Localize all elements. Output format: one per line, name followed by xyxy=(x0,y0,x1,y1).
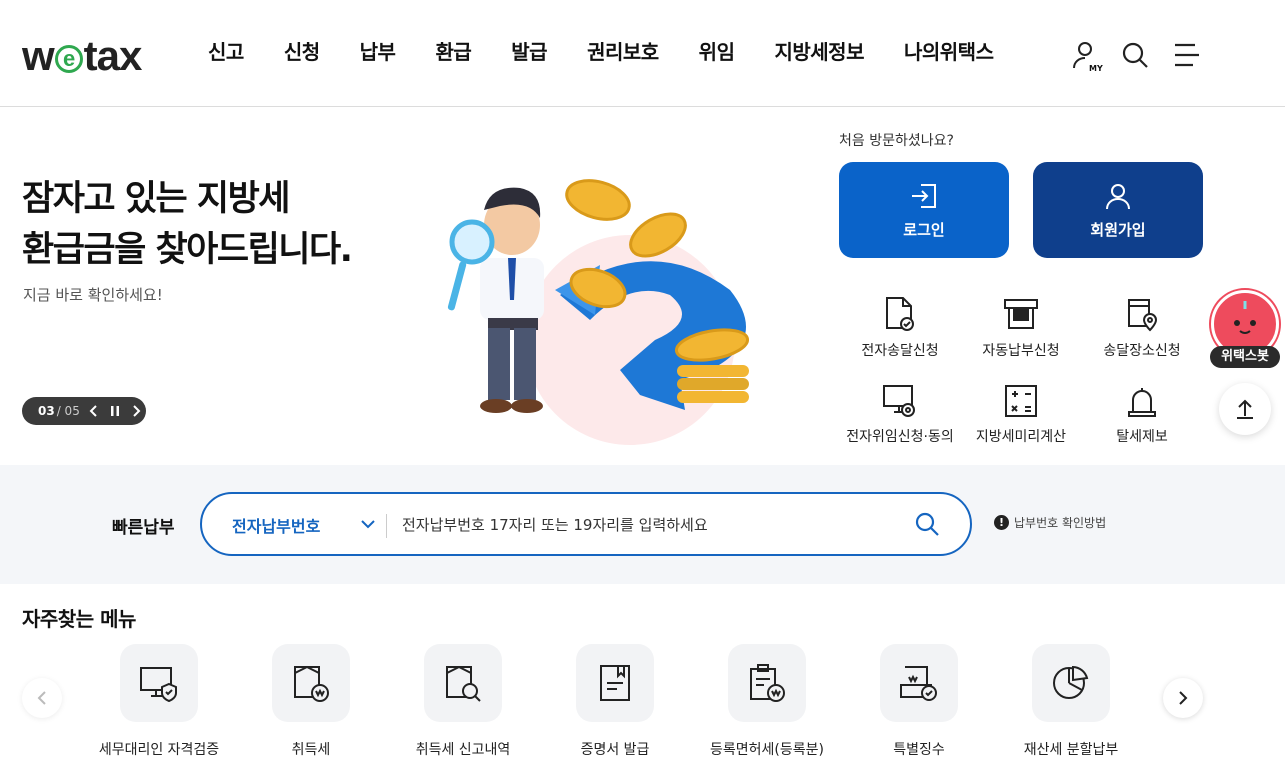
frequent-item-certificate[interactable]: 증명서 발급 xyxy=(540,644,690,759)
hamburger-menu-icon xyxy=(1175,43,1199,67)
quick-pay-title: 빠른납부 xyxy=(112,518,175,538)
frequent-item-agent-verify[interactable]: 세무대리인 자격검증 xyxy=(84,644,234,759)
special-collection-icon xyxy=(900,666,937,701)
quick-link-label: 송달장소신청 xyxy=(1103,343,1181,359)
search-icon[interactable] xyxy=(914,511,940,537)
site-header: w e tax 신고 신청 납부 환급 발급 권리보호 위임 지방세정보 나의위택스… xyxy=(0,0,1285,107)
my-tag: MY xyxy=(1089,64,1103,73)
acquisition-tax-icon xyxy=(294,665,329,702)
chevron-right-icon xyxy=(1179,691,1188,705)
slide-current: 03 xyxy=(38,404,55,418)
clipboard-won-icon xyxy=(750,664,785,702)
location-document-icon xyxy=(1128,299,1158,332)
frequent-item-label: 취득세 신고내역 xyxy=(415,742,511,758)
first-visit-question: 처음 방문하셨나요? xyxy=(839,133,954,149)
hero-subtitle: 지금 바로 확인하세요! xyxy=(23,286,163,304)
quick-link-e-delivery[interactable]: 전자송달신청 xyxy=(835,288,965,360)
scroll-top-button[interactable] xyxy=(1219,383,1271,435)
frequent-next-button[interactable] xyxy=(1163,678,1203,718)
quick-link-label: 탈세제보 xyxy=(1116,429,1168,445)
hero-title-line2: 환급금을 찾아드립니다. xyxy=(22,230,353,270)
nav-item-report[interactable]: 신고 xyxy=(188,36,264,65)
pay-type-select[interactable]: 전자납부번호 xyxy=(232,513,320,537)
frequent-item-label: 세무대리인 자격검증 xyxy=(98,742,220,758)
frequent-item-property-installment[interactable]: 재산세 분할납부 xyxy=(996,644,1146,759)
pay-number-input[interactable] xyxy=(402,507,882,543)
frequent-item-label: 취득세 xyxy=(291,742,331,758)
pause-icon xyxy=(110,406,119,416)
quick-link-tax-evasion-report[interactable]: 탈세제보 xyxy=(1077,374,1207,446)
calculator-icon xyxy=(1005,385,1037,417)
nav-item-rights[interactable]: 권리보호 xyxy=(567,36,679,65)
nav-item-issue[interactable]: 발급 xyxy=(491,36,567,65)
hero-title: 잠자고 있는 지방세 환급금을 찾아드립니다. xyxy=(22,174,353,276)
arrow-up-icon xyxy=(1237,399,1253,419)
document-check-icon xyxy=(886,297,914,331)
quick-pay-section: 빠른납부 전자납부번호 ! 납부번호 확인방법 xyxy=(0,465,1285,584)
slide-pause-button[interactable] xyxy=(105,401,125,421)
join-button[interactable]: 회원가입 xyxy=(1033,162,1203,258)
frequent-item-label: 재산세 분할납부 xyxy=(1023,742,1119,758)
frequent-item-acquisition-tax[interactable]: 취득세 xyxy=(236,644,386,759)
divider xyxy=(386,514,387,538)
quick-link-auto-pay[interactable]: 자동납부신청 xyxy=(956,288,1086,360)
certificate-icon xyxy=(600,665,630,701)
chatbot-label: 위택스봇 xyxy=(1210,346,1280,368)
join-label: 회원가입 xyxy=(1090,220,1146,239)
login-label: 로그인 xyxy=(903,220,945,239)
nav-item-my-wetax[interactable]: 나의위택스 xyxy=(884,36,1014,65)
frequent-prev-button[interactable] xyxy=(22,678,62,718)
hamburger-menu-button[interactable] xyxy=(1170,38,1204,72)
bell-report-icon xyxy=(1128,388,1156,417)
chatbot-button[interactable]: 위택스봇 xyxy=(1210,290,1280,370)
frequent-menu-title: 자주찾는 메뉴 xyxy=(22,607,136,631)
nav-item-delegate[interactable]: 위임 xyxy=(679,36,755,65)
user-icon xyxy=(1106,183,1130,209)
quick-link-label: 전자위임신청·동의 xyxy=(846,429,954,445)
quick-pay-box: 전자납부번호 xyxy=(200,492,972,556)
quick-link-label: 자동납부신청 xyxy=(982,343,1060,359)
monitor-shield-icon xyxy=(140,667,177,702)
chevron-left-icon xyxy=(37,691,46,705)
chevron-left-icon xyxy=(89,405,97,417)
nav-item-apply[interactable]: 신청 xyxy=(264,36,340,65)
auto-pay-icon xyxy=(1004,299,1038,329)
nav-item-tax-info[interactable]: 지방세정보 xyxy=(754,36,884,65)
quick-link-e-delegate[interactable]: 전자위임신청·동의 xyxy=(835,374,965,446)
frequent-item-special-collection[interactable]: 특별징수 xyxy=(844,644,994,759)
nav-item-payment[interactable]: 납부 xyxy=(340,36,416,65)
pay-help-label: 납부번호 확인방법 xyxy=(1014,516,1107,530)
pay-number-help-link[interactable]: ! 납부번호 확인방법 xyxy=(994,514,1106,531)
frequent-item-label: 등록면허세(등록분) xyxy=(710,742,824,758)
hero-title-line1: 잠자고 있는 지방세 xyxy=(22,179,290,219)
slide-next-button[interactable] xyxy=(126,401,146,421)
chevron-down-icon[interactable] xyxy=(360,516,376,532)
quick-link-tax-calc[interactable]: 지방세미리계산 xyxy=(956,374,1086,446)
login-button[interactable]: 로그인 xyxy=(839,162,1009,258)
frequent-item-label: 증명서 발급 xyxy=(580,742,650,758)
quick-link-delivery-place[interactable]: 송달장소신청 xyxy=(1077,288,1207,360)
slide-prev-button[interactable] xyxy=(84,401,104,421)
refund-illustration xyxy=(447,179,750,445)
main-nav: 신고 신청 납부 환급 발급 권리보호 위임 지방세정보 나의위택스 xyxy=(188,36,1013,65)
chevron-right-icon xyxy=(133,405,141,417)
slide-total: / 05 xyxy=(56,404,80,418)
quick-link-label: 전자송달신청 xyxy=(861,343,939,359)
header-search-button[interactable] xyxy=(1118,38,1152,72)
my-page-button[interactable]: MY xyxy=(1069,38,1103,73)
slide-controller: 03 / 05 xyxy=(22,397,146,425)
pie-chart-icon xyxy=(1053,665,1089,699)
frequent-item-registration-tax[interactable]: 등록면허세(등록분) xyxy=(692,644,842,759)
frequent-item-acquisition-history[interactable]: 취득세 신고내역 xyxy=(388,644,538,759)
document-search-icon xyxy=(446,665,481,702)
quick-link-label: 지방세미리계산 xyxy=(975,429,1067,445)
monitor-delegate-icon xyxy=(883,385,915,417)
search-icon xyxy=(1122,42,1148,68)
nav-item-refund[interactable]: 환급 xyxy=(415,36,491,65)
wetax-logo[interactable]: w e tax xyxy=(22,32,142,80)
info-icon: ! xyxy=(994,515,1009,530)
frequent-item-label: 특별징수 xyxy=(893,742,945,758)
login-icon xyxy=(912,183,936,208)
